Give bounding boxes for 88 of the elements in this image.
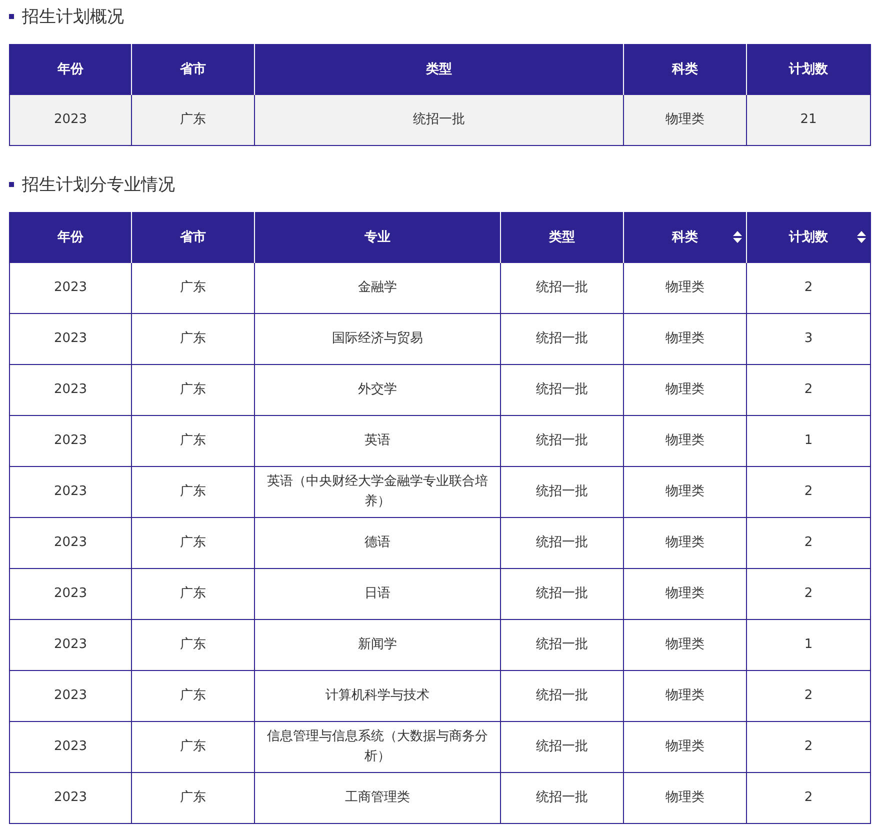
table-cell: 2023 [10, 670, 132, 722]
table-cell: 物理类 [624, 518, 746, 568]
table-cell: 2 [746, 262, 870, 314]
table-cell: 英语 [254, 416, 500, 466]
table-cell: 广东 [132, 262, 254, 314]
bullet-icon [9, 14, 14, 18]
table-cell: 统招一批 [500, 670, 624, 722]
column-header: 类型 [254, 44, 624, 94]
table-cell: 物理类 [624, 262, 746, 314]
table-cell: 广东 [132, 466, 254, 518]
table-cell: 统招一批 [500, 364, 624, 416]
table-cell: 2023 [10, 94, 132, 146]
column-header: 省市 [132, 212, 254, 262]
table-cell: 2023 [10, 772, 132, 824]
table-cell: 物理类 [624, 364, 746, 416]
table-cell: 广东 [132, 416, 254, 466]
table-cell: 2 [746, 466, 870, 518]
table-cell: 3 [746, 314, 870, 364]
table-cell: 英语（中央财经大学金融学专业联合培养） [254, 466, 500, 518]
table-cell: 21 [746, 94, 870, 146]
table-cell: 2023 [10, 466, 132, 518]
table-cell: 2 [746, 772, 870, 824]
table-cell: 统招一批 [500, 314, 624, 364]
table-cell: 物理类 [624, 772, 746, 824]
table-cell: 新闻学 [254, 620, 500, 670]
table-cell: 统招一批 [500, 722, 624, 772]
table-cell: 2 [746, 670, 870, 722]
table-cell: 统招一批 [500, 466, 624, 518]
table-cell: 物理类 [624, 670, 746, 722]
table-cell: 广东 [132, 314, 254, 364]
table-cell: 物理类 [624, 314, 746, 364]
table-cell: 广东 [132, 568, 254, 620]
table-cell: 物理类 [624, 94, 746, 146]
table-cell: 计算机科学与技术 [254, 670, 500, 722]
table-cell: 2023 [10, 262, 132, 314]
table-cell: 统招一批 [500, 620, 624, 670]
section-title: 招生计划分专业情况 [22, 174, 175, 196]
table-cell: 2 [746, 518, 870, 568]
column-header: 年份 [10, 44, 132, 94]
column-header[interactable]: 科类 [624, 212, 746, 262]
table-cell: 统招一批 [500, 518, 624, 568]
table-cell: 物理类 [624, 416, 746, 466]
section-title: 招生计划概况 [22, 6, 124, 28]
table-cell: 外交学 [254, 364, 500, 416]
table-cell: 物理类 [624, 466, 746, 518]
column-header: 省市 [132, 44, 254, 94]
table-cell: 广东 [132, 772, 254, 824]
table-cell: 2 [746, 722, 870, 772]
table-cell: 2023 [10, 568, 132, 620]
table-cell: 广东 [132, 620, 254, 670]
bullet-icon [9, 182, 14, 186]
table-cell: 统招一批 [500, 262, 624, 314]
column-header: 年份 [10, 212, 132, 262]
column-header: 专业 [254, 212, 500, 262]
table-cell: 物理类 [624, 620, 746, 670]
column-header: 类型 [500, 212, 624, 262]
table-cell: 广东 [132, 670, 254, 722]
table-cell: 德语 [254, 518, 500, 568]
sort-icon[interactable] [733, 231, 742, 243]
table-cell: 统招一批 [254, 94, 624, 146]
table-cell: 广东 [132, 722, 254, 772]
table-cell: 统招一批 [500, 772, 624, 824]
table-cell: 2023 [10, 722, 132, 772]
column-header: 科类 [624, 44, 746, 94]
table-cell: 信息管理与信息系统（大数据与商务分析） [254, 722, 500, 772]
column-header: 计划数 [746, 44, 870, 94]
sort-icon[interactable] [857, 231, 866, 243]
table-cell: 2023 [10, 518, 132, 568]
table-cell: 统招一批 [500, 568, 624, 620]
table-cell: 统招一批 [500, 416, 624, 466]
table-cell: 广东 [132, 518, 254, 568]
table-cell: 广东 [132, 94, 254, 146]
table-cell: 1 [746, 416, 870, 466]
table-cell: 广东 [132, 364, 254, 416]
table-cell: 2 [746, 364, 870, 416]
table-cell: 2 [746, 568, 870, 620]
table-cell: 日语 [254, 568, 500, 620]
table-cell: 2023 [10, 314, 132, 364]
table-cell: 2023 [10, 364, 132, 416]
table-cell: 2023 [10, 416, 132, 466]
table-cell: 2023 [10, 620, 132, 670]
table-cell: 工商管理类 [254, 772, 500, 824]
table-cell: 1 [746, 620, 870, 670]
column-header[interactable]: 计划数 [746, 212, 870, 262]
table-cell: 物理类 [624, 568, 746, 620]
table-cell: 国际经济与贸易 [254, 314, 500, 364]
table-cell: 金融学 [254, 262, 500, 314]
table-cell: 物理类 [624, 722, 746, 772]
